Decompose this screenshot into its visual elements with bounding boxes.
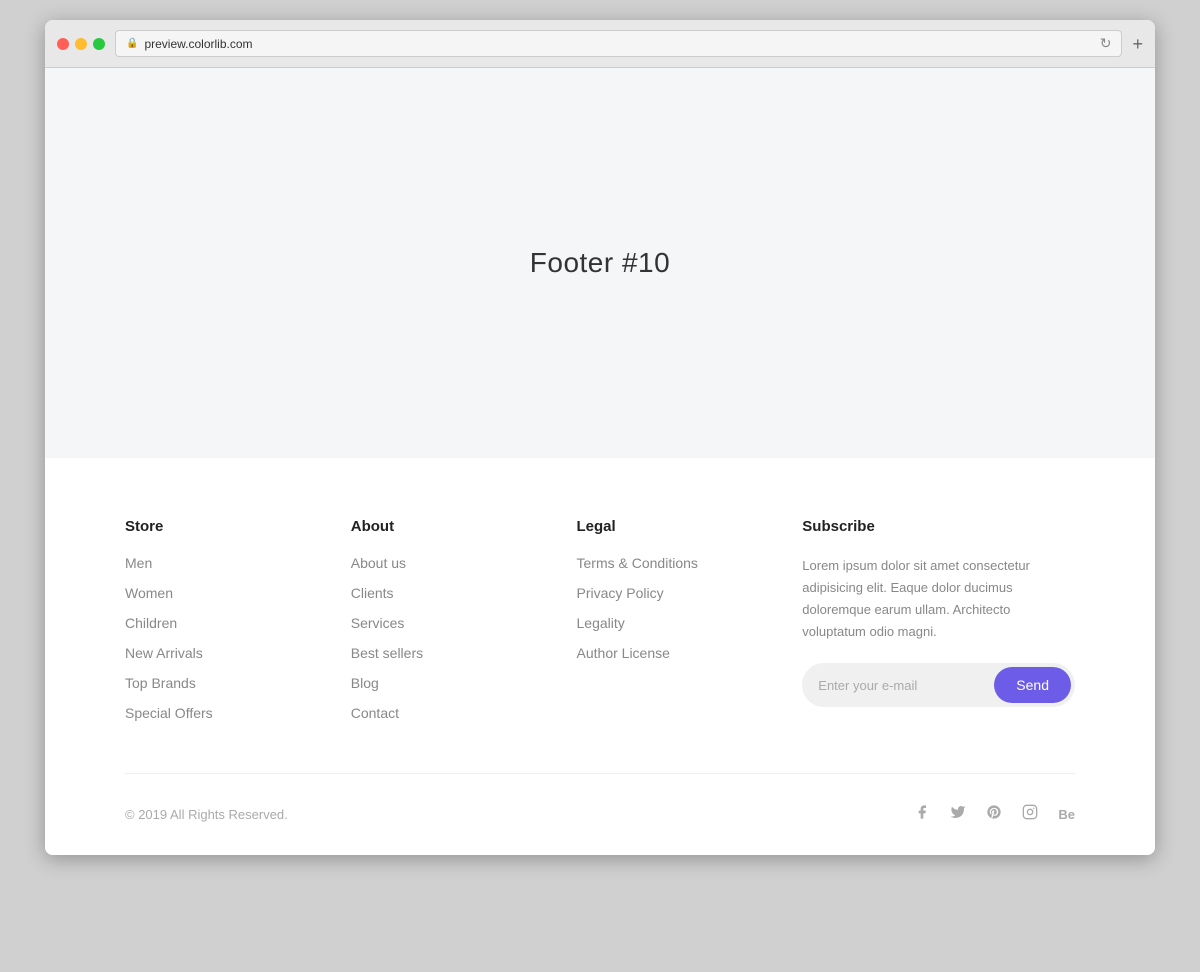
legal-links: Terms & Conditions Privacy Policy Legali… <box>577 555 763 663</box>
email-input[interactable] <box>818 678 994 693</box>
subscribe-column: Subscribe Lorem ipsum dolor sit amet con… <box>802 518 1075 723</box>
footer: Store Men Women Children New Arrivals To… <box>45 458 1155 855</box>
behance-icon[interactable]: Be <box>1058 807 1075 822</box>
reload-icon[interactable]: ↻ <box>1100 35 1112 52</box>
store-links: Men Women Children New Arrivals Top Bran… <box>125 555 311 723</box>
list-item: Clients <box>351 585 537 603</box>
store-special-offers-link[interactable]: Special Offers <box>125 705 213 721</box>
copyright-text: © 2019 All Rights Reserved. <box>125 807 288 822</box>
social-icons: Be <box>914 804 1075 825</box>
address-bar[interactable]: 🔒 preview.colorlib.com ↻ <box>115 30 1122 57</box>
store-top-brands-link[interactable]: Top Brands <box>125 675 196 691</box>
list-item: Blog <box>351 675 537 693</box>
list-item: New Arrivals <box>125 645 311 663</box>
author-license-link[interactable]: Author License <box>577 645 670 661</box>
store-children-link[interactable]: Children <box>125 615 177 631</box>
blog-link[interactable]: Blog <box>351 675 379 691</box>
list-item: Terms & Conditions <box>577 555 763 573</box>
new-tab-button[interactable]: + <box>1132 35 1143 53</box>
url-text: preview.colorlib.com <box>144 37 252 51</box>
list-item: Best sellers <box>351 645 537 663</box>
store-column: Store Men Women Children New Arrivals To… <box>125 518 311 723</box>
store-new-arrivals-link[interactable]: New Arrivals <box>125 645 203 661</box>
services-link[interactable]: Services <box>351 615 405 631</box>
browser-window: 🔒 preview.colorlib.com ↻ + Footer #10 St… <box>45 20 1155 855</box>
store-women-link[interactable]: Women <box>125 585 173 601</box>
close-dot[interactable] <box>57 38 69 50</box>
about-us-link[interactable]: About us <box>351 555 406 571</box>
maximize-dot[interactable] <box>93 38 105 50</box>
facebook-icon[interactable] <box>914 804 930 825</box>
list-item: About us <box>351 555 537 573</box>
list-item: Women <box>125 585 311 603</box>
legality-link[interactable]: Legality <box>577 615 625 631</box>
minimize-dot[interactable] <box>75 38 87 50</box>
clients-link[interactable]: Clients <box>351 585 394 601</box>
list-item: Legality <box>577 615 763 633</box>
subscribe-description: Lorem ipsum dolor sit amet consectetur a… <box>802 555 1075 643</box>
list-item: Special Offers <box>125 705 311 723</box>
subscribe-form: Send <box>802 663 1075 707</box>
browser-chrome: 🔒 preview.colorlib.com ↻ + <box>45 20 1155 68</box>
store-heading: Store <box>125 518 311 535</box>
list-item: Contact <box>351 705 537 723</box>
list-item: Top Brands <box>125 675 311 693</box>
list-item: Author License <box>577 645 763 663</box>
about-heading: About <box>351 518 537 535</box>
about-links: About us Clients Services Best sellers B… <box>351 555 537 723</box>
store-men-link[interactable]: Men <box>125 555 152 571</box>
legal-column: Legal Terms & Conditions Privacy Policy … <box>577 518 763 723</box>
footer-columns: Store Men Women Children New Arrivals To… <box>125 518 1075 773</box>
browser-dots <box>57 38 105 50</box>
twitter-icon[interactable] <box>950 804 966 825</box>
list-item: Children <box>125 615 311 633</box>
best-sellers-link[interactable]: Best sellers <box>351 645 423 661</box>
instagram-icon[interactable] <box>1022 804 1038 825</box>
legal-heading: Legal <box>577 518 763 535</box>
list-item: Services <box>351 615 537 633</box>
footer-divider <box>125 773 1075 774</box>
page-content: Footer #10 Store Men Women Children New … <box>45 68 1155 855</box>
hero-section: Footer #10 <box>45 68 1155 458</box>
list-item: Privacy Policy <box>577 585 763 603</box>
about-column: About About us Clients Services Best sel… <box>351 518 537 723</box>
lock-icon: 🔒 <box>126 38 138 49</box>
footer-bottom: © 2019 All Rights Reserved. Be <box>125 804 1075 855</box>
list-item: Men <box>125 555 311 573</box>
contact-link[interactable]: Contact <box>351 705 399 721</box>
privacy-link[interactable]: Privacy Policy <box>577 585 664 601</box>
hero-title: Footer #10 <box>530 247 670 279</box>
send-button[interactable]: Send <box>994 667 1071 703</box>
terms-link[interactable]: Terms & Conditions <box>577 555 698 571</box>
pinterest-icon[interactable] <box>986 804 1002 825</box>
subscribe-heading: Subscribe <box>802 518 1075 535</box>
